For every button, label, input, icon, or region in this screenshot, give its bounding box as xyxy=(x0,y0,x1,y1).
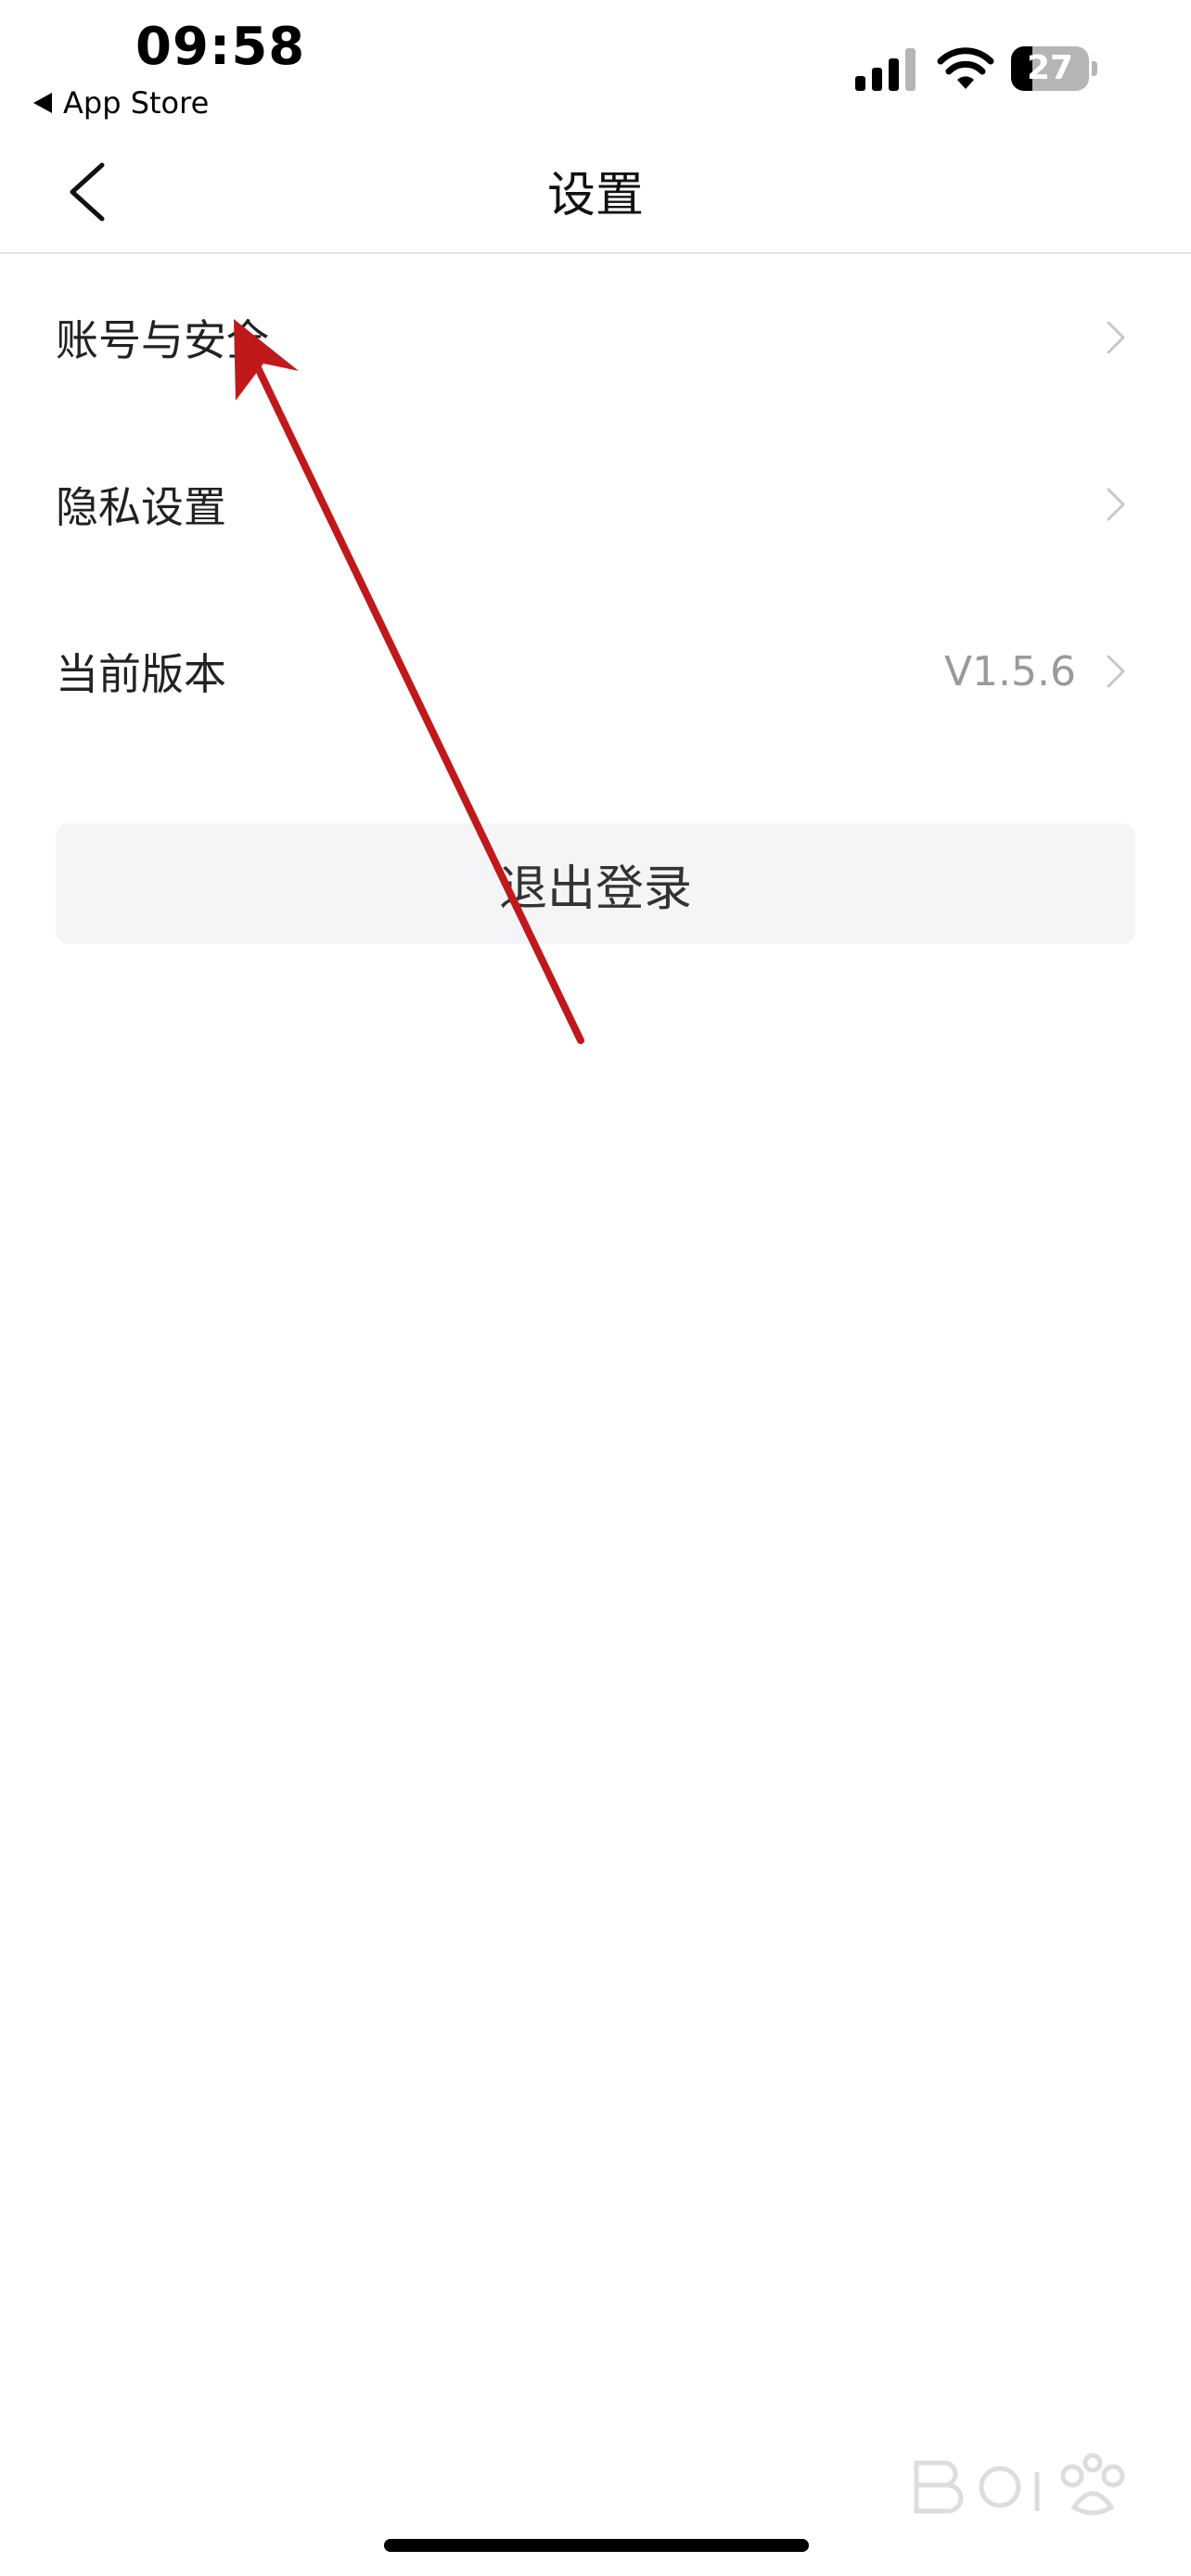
settings-item-label: 当前版本 xyxy=(56,649,226,699)
settings-item-version[interactable]: 当前版本 V1.5.6 xyxy=(0,588,1191,755)
version-value: V1.5.6 xyxy=(943,647,1076,695)
chevron-right-icon xyxy=(1107,655,1125,688)
status-time: 09:58 xyxy=(135,17,306,77)
home-indicator[interactable] xyxy=(384,2539,809,2552)
page-title: 设置 xyxy=(546,168,644,223)
battery-icon: 27 xyxy=(1011,46,1097,91)
settings-item-account-security[interactable]: 账号与安全 xyxy=(0,254,1191,421)
back-app-label: App Store xyxy=(63,85,210,121)
settings-list: 账号与安全 隐私设置 当前版本 V1.5.6 xyxy=(0,254,1191,755)
signal-icon xyxy=(855,48,916,91)
logout-button[interactable]: 退出登录 xyxy=(56,823,1135,944)
battery-level: 27 xyxy=(1026,49,1074,87)
chevron-right-icon xyxy=(1107,321,1125,354)
settings-screen: 09:58 App Store 27 设置 账号与安全 隐私设置 当前版本 V1… xyxy=(0,0,1191,2576)
back-triangle-icon xyxy=(33,93,52,113)
settings-item-label: 隐私设置 xyxy=(56,482,226,532)
baidu-jingyan-watermark xyxy=(914,2453,1125,2516)
settings-item-label: 账号与安全 xyxy=(56,315,269,365)
settings-item-privacy[interactable]: 隐私设置 xyxy=(0,421,1191,588)
chevron-right-icon xyxy=(1107,488,1125,521)
back-to-app-link[interactable]: App Store xyxy=(33,85,209,121)
wifi-icon xyxy=(937,47,994,89)
